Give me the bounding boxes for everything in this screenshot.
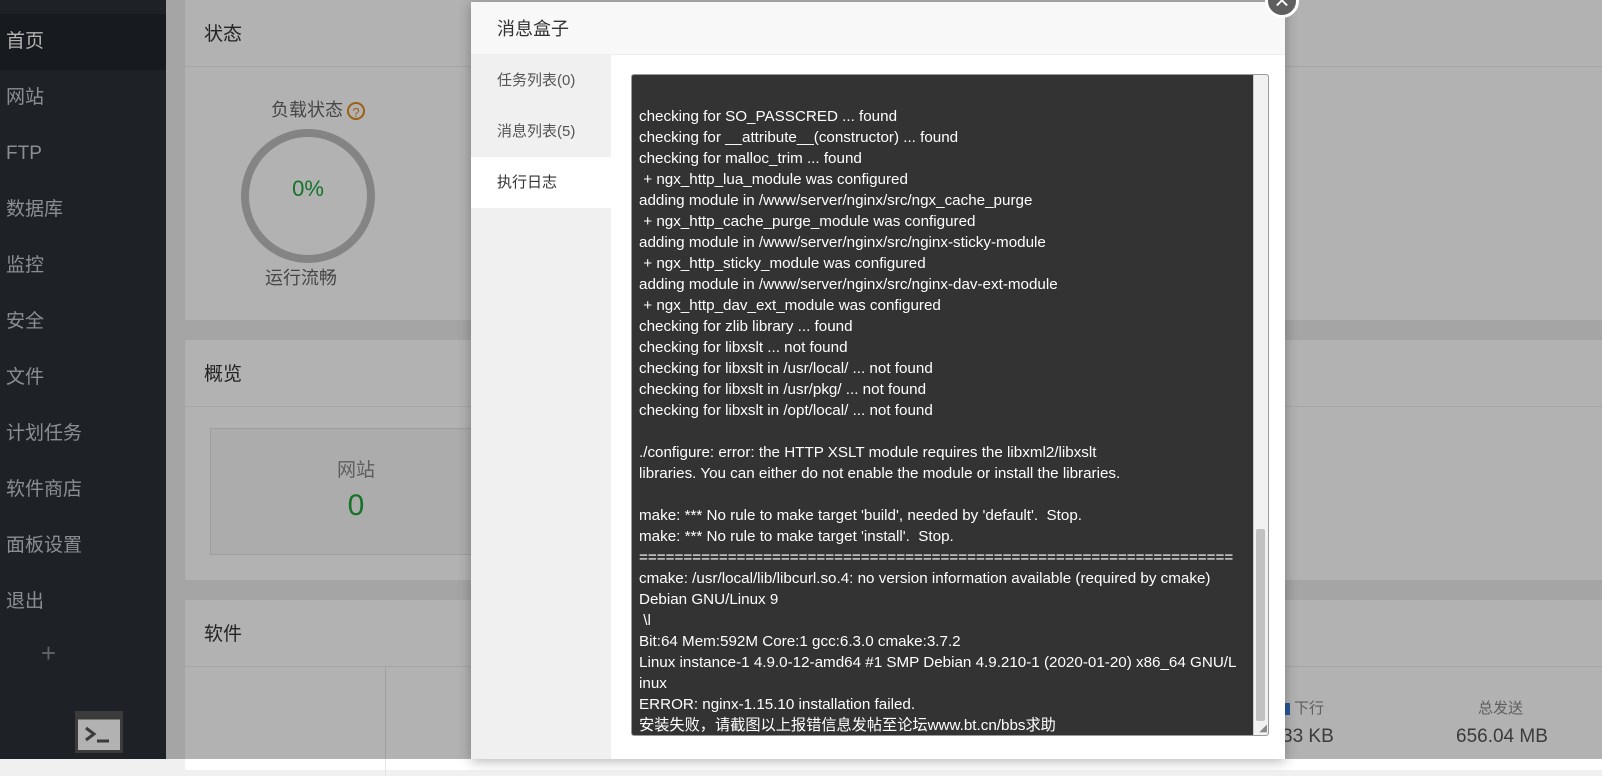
close-icon: × xyxy=(1274,0,1290,15)
tab-message-list[interactable]: 消息列表(5) xyxy=(471,106,611,157)
log-scrollbar[interactable] xyxy=(1253,75,1268,735)
resize-handle-icon[interactable]: ◢ xyxy=(1259,724,1267,734)
dialog-tabs: 任务列表(0) 消息列表(5) 执行日志 xyxy=(471,55,611,759)
log-scrollbar-thumb[interactable] xyxy=(1256,529,1265,721)
tab-task-list[interactable]: 任务列表(0) xyxy=(471,55,611,106)
message-box-dialog: 消息盒子 × 任务列表(0) 消息列表(5) 执行日志 checking for… xyxy=(471,0,1299,759)
execution-log-text: checking for SO_PASSCRED ... found check… xyxy=(639,108,1237,734)
dialog-title: 消息盒子 xyxy=(471,2,1285,55)
execution-log-panel[interactable]: checking for SO_PASSCRED ... found check… xyxy=(631,74,1269,736)
tab-execution-log[interactable]: 执行日志 xyxy=(471,157,611,208)
